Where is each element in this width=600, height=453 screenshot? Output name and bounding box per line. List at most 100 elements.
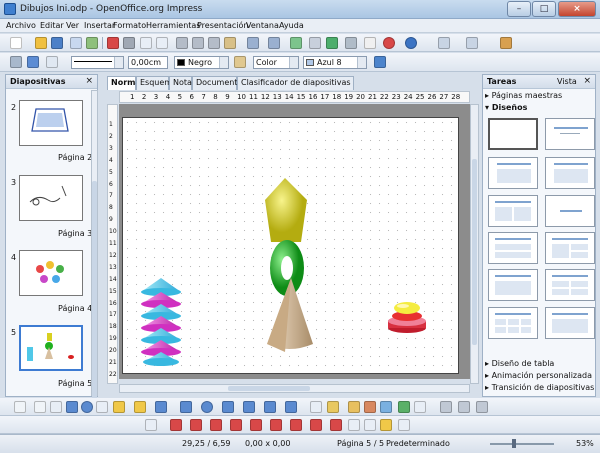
chevron-down-icon[interactable] [219, 57, 228, 68]
menu-ayuda[interactable]: Ayuda [279, 21, 304, 30]
text-tool-icon[interactable] [96, 401, 108, 413]
maximize-button[interactable]: □ [532, 1, 556, 17]
lines-arrows-icon[interactable] [155, 401, 167, 413]
table-icon[interactable] [309, 37, 321, 49]
scroll-thumb[interactable] [228, 386, 310, 391]
layout-title-content[interactable] [488, 157, 538, 189]
tab-documento[interactable]: Documento [192, 76, 242, 90]
select-arrow-icon[interactable] [14, 401, 26, 413]
slides-scrollbar[interactable] [91, 90, 98, 401]
layout-title-content-2[interactable] [488, 269, 538, 301]
handles-icon[interactable] [348, 419, 360, 431]
line-icon[interactable] [27, 56, 39, 68]
line-width-field[interactable]: 0,00cm [128, 56, 168, 69]
chevron-down-icon[interactable] [114, 57, 123, 68]
line-tool-icon[interactable] [34, 401, 46, 413]
layout-title-4-content[interactable] [545, 269, 595, 301]
close-icon[interactable]: × [583, 76, 591, 86]
area-fill-icon[interactable] [234, 56, 246, 68]
menu-herramientas[interactable]: Herramientas [146, 21, 201, 30]
section-paginas-maestras[interactable]: ▸ Páginas maestras [485, 91, 562, 100]
no-entry-icon[interactable] [383, 37, 395, 49]
spellcheck-icon[interactable] [140, 37, 152, 49]
paste-icon[interactable] [208, 37, 220, 49]
presentation-icon[interactable] [500, 37, 512, 49]
slide-page[interactable] [122, 117, 459, 374]
styles-icon[interactable] [10, 56, 22, 68]
slide-thumbnail-2[interactable] [19, 100, 83, 146]
points-icon[interactable] [310, 401, 322, 413]
new-doc-icon[interactable] [10, 37, 22, 49]
scroll-thumb[interactable] [472, 159, 477, 345]
menu-presentacion[interactable]: Presentación [197, 21, 249, 30]
stacked-cones-shape[interactable] [141, 278, 181, 366]
glue-points-icon[interactable] [327, 401, 339, 413]
close-icon[interactable]: × [85, 76, 93, 86]
menu-ver[interactable]: Ver [66, 21, 79, 30]
layout-title-only[interactable] [545, 118, 595, 150]
grid-icon[interactable] [345, 37, 357, 49]
edit-file-icon[interactable] [86, 37, 98, 49]
horizontal-scrollbar[interactable] [119, 384, 470, 393]
snap-points-icon[interactable] [270, 419, 282, 431]
layout-title-2-rows[interactable] [488, 232, 538, 264]
zoom-slider-handle[interactable] [512, 439, 516, 448]
print-icon[interactable] [123, 37, 135, 49]
stars-icon[interactable] [285, 401, 297, 413]
double-click-edit-icon[interactable] [330, 419, 342, 431]
from-file-icon[interactable] [364, 401, 376, 413]
select-area-icon[interactable] [310, 419, 322, 431]
section-transicion[interactable]: ▸ Transición de diapositivas [485, 383, 594, 392]
snap-border-icon[interactable] [230, 419, 242, 431]
help-icon[interactable] [405, 37, 417, 49]
curve-icon[interactable] [113, 401, 125, 413]
edit-mode-icon[interactable] [380, 419, 392, 431]
fill-type-field[interactable]: Color [253, 56, 299, 69]
cut-icon[interactable] [176, 37, 188, 49]
layout-title-6-content[interactable] [488, 307, 538, 339]
scroll-thumb[interactable] [92, 181, 97, 401]
menu-archivo[interactable]: Archivo [6, 21, 36, 30]
show-draw-icon[interactable] [364, 37, 376, 49]
extrusion-icon[interactable] [398, 401, 410, 413]
gallery-icon[interactable] [380, 401, 392, 413]
snap-margins-icon[interactable] [210, 419, 222, 431]
symbol-shapes-icon[interactable] [201, 401, 213, 413]
line-color-field[interactable]: Negro [174, 56, 229, 69]
menu-insertar[interactable]: Insertar [84, 21, 115, 30]
section-diseno-tabla[interactable]: ▸ Diseño de tabla [485, 359, 554, 368]
rotation-mode-icon[interactable] [145, 419, 157, 431]
save-icon[interactable] [51, 37, 63, 49]
section-animacion[interactable]: ▸ Animación personalizada [485, 371, 592, 380]
vertical-scrollbar[interactable] [470, 104, 479, 384]
zoom-slider[interactable] [490, 439, 554, 448]
layout-vertical-text[interactable] [545, 307, 595, 339]
fontwork-icon[interactable] [348, 401, 360, 413]
view-menu[interactable]: Vista [557, 77, 577, 86]
big-handles-icon[interactable] [364, 419, 376, 431]
extrusion-toggle-icon[interactable] [476, 401, 488, 413]
arrow-line-icon[interactable] [50, 401, 62, 413]
block-arrows-icon[interactable] [222, 401, 234, 413]
export-pdf-icon[interactable] [107, 37, 119, 49]
minimize-button[interactable]: – [507, 1, 531, 17]
layout-title-3-content[interactable] [545, 232, 595, 264]
shadow-icon[interactable] [374, 56, 386, 68]
connector-icon[interactable] [134, 401, 146, 413]
layout-title-text[interactable] [545, 157, 595, 189]
snap-grid-icon[interactable] [170, 419, 182, 431]
email-icon[interactable] [70, 37, 82, 49]
flowchart-icon[interactable] [243, 401, 255, 413]
ellipse-icon[interactable] [81, 401, 93, 413]
layout-centered-text[interactable] [545, 195, 595, 227]
rectangle-icon[interactable] [66, 401, 78, 413]
allow-edit-icon[interactable] [290, 419, 302, 431]
fill-color-field[interactable]: Azul 8 [303, 56, 367, 69]
tab-clasificador[interactable]: Clasificador de diapositivas [237, 76, 354, 90]
menu-ventana[interactable]: Ventana [246, 21, 279, 30]
tab-notas[interactable]: Notas [169, 76, 196, 90]
chevron-down-icon[interactable] [357, 57, 366, 68]
slide-thumbnail-4[interactable] [19, 250, 83, 296]
callouts-icon[interactable] [264, 401, 276, 413]
slide-icon[interactable] [438, 37, 450, 49]
